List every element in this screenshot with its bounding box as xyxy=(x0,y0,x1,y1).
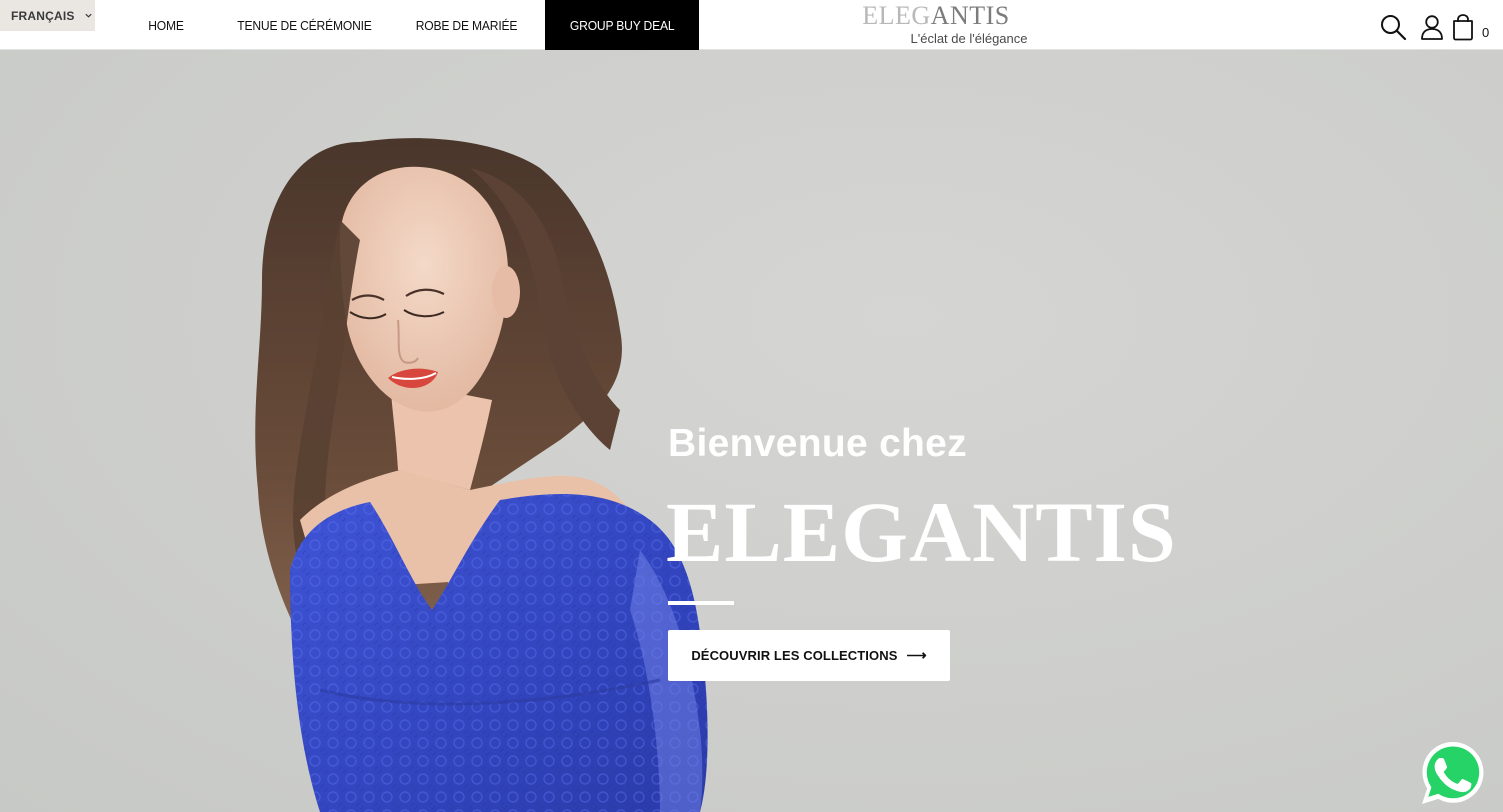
account-button[interactable] xyxy=(1417,12,1447,42)
hero-subtitle: Bienvenue chez xyxy=(668,422,967,465)
site-logo[interactable]: ELEGANTIS L'éclat de l'élégance xyxy=(860,2,1050,50)
whatsapp-icon[interactable] xyxy=(1418,738,1488,808)
nav-robe-de-mariee[interactable]: ROBE DE MARIÉE xyxy=(408,0,524,50)
language-label: FRANÇAIS xyxy=(11,8,75,23)
cart-button[interactable] xyxy=(1448,12,1478,42)
language-selector[interactable]: FRANÇAIS xyxy=(0,0,95,31)
discover-collections-button[interactable]: DÉCOUVRIR LES COLLECTIONS ⟶ xyxy=(668,630,950,681)
nav-tenue-de-ceremonie[interactable]: TENUE DE CÉRÉMONIE xyxy=(237,0,372,50)
hero-banner: Bienvenue chez ELEGANTIS DÉCOUVRIR LES C… xyxy=(0,50,1503,812)
hero-divider xyxy=(668,601,734,605)
arrow-right-icon: ⟶ xyxy=(906,647,927,663)
cart-icon xyxy=(1453,14,1473,41)
hero-title: ELEGANTIS xyxy=(666,484,1177,580)
cta-label: DÉCOUVRIR LES COLLECTIONS xyxy=(691,648,898,663)
hero-model-image xyxy=(255,138,708,812)
search-button[interactable] xyxy=(1378,12,1408,42)
nav-group-buy-deal[interactable]: GROUP BUY DEAL xyxy=(545,0,699,50)
logo-wordmark: ELEGANTIS xyxy=(862,1,1010,30)
chevron-down-icon xyxy=(84,13,92,18)
user-icon xyxy=(1421,15,1443,40)
cart-count: 0 xyxy=(1482,25,1490,40)
logo-tagline: L'éclat de l'élégance xyxy=(910,31,1028,46)
search-icon xyxy=(1381,15,1407,41)
nav-home[interactable]: HOME xyxy=(123,0,209,50)
nav-group-buy-deal-label: GROUP BUY DEAL xyxy=(569,17,675,33)
site-header: FRANÇAIS HOME TENUE DE CÉRÉMONIE ROBE DE… xyxy=(0,0,1503,50)
